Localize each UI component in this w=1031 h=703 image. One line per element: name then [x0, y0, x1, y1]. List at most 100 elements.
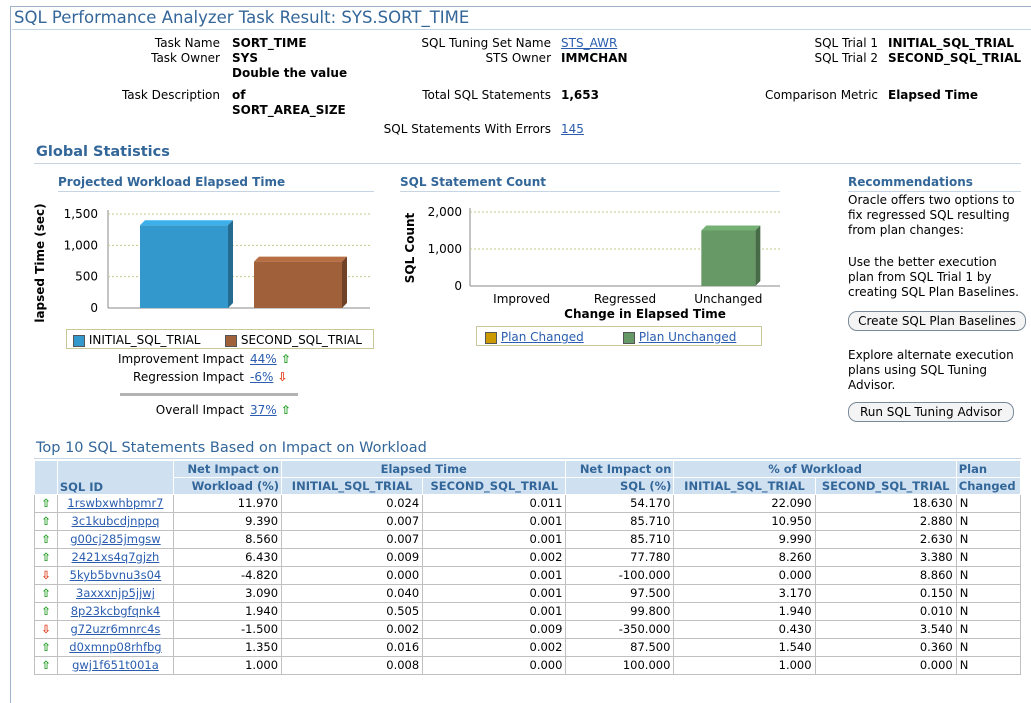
- header-net-wl-2[interactable]: Workload (%): [173, 477, 283, 495]
- cell-plan-changed: N: [955, 512, 1022, 531]
- sql-id-link[interactable]: 3c1kubcdjnppq: [72, 514, 160, 528]
- improvement-impact-link[interactable]: 44%: [250, 352, 277, 366]
- table-row: ⇧ 3c1kubcdjnppq 9.390 0.007 0.001 85.710 10.95…: [34, 512, 1022, 531]
- regression-impact-link[interactable]: -6%: [250, 370, 273, 384]
- cell-workload-trial1: 9.990: [673, 530, 816, 549]
- bar-unchanged-top: [701, 225, 761, 231]
- cell-net-impact-sql: 87.500: [565, 638, 675, 657]
- cell-workload-trial2: 2.880: [814, 512, 957, 531]
- header-wl-trial2[interactable]: SECOND_SQL_TRIAL: [814, 477, 957, 495]
- arrow-up-icon: ⇧: [41, 496, 51, 510]
- bar-unchanged: [701, 230, 756, 286]
- cell-elapsed-trial1: 0.024: [281, 494, 424, 513]
- arrow-up-icon: ⇧: [41, 658, 51, 672]
- cell-elapsed-trial2: 0.001: [422, 602, 567, 621]
- bar-second-sql-trial-side: [342, 256, 347, 308]
- cell-elapsed-trial2: 0.001: [422, 566, 567, 585]
- cell-direction: ⇧: [34, 584, 58, 603]
- total-sql-label: Total SQL Statements: [422, 88, 551, 102]
- arrow-up-icon: ⇧: [276, 403, 291, 417]
- cell-net-impact-sql: -350.000: [565, 620, 675, 639]
- sts-name-link[interactable]: STS_AWR: [561, 36, 617, 50]
- task-owner-label: Task Owner: [151, 51, 220, 65]
- header-elapsed-trial2[interactable]: SECOND_SQL_TRIAL: [422, 477, 567, 495]
- header-net-sql-1: Net Impact on: [565, 460, 675, 478]
- cell-direction: ⇧: [34, 548, 58, 567]
- cell-plan-changed: N: [955, 620, 1022, 639]
- overall-impact-link[interactable]: 37%: [250, 403, 277, 417]
- cell-workload-trial1: 0.000: [673, 566, 816, 585]
- total-sql-value: 1,653: [561, 88, 599, 102]
- sql-id-link[interactable]: 2421xs4q7gjzh: [72, 550, 160, 564]
- table-row: ⇧ g00cj285jmgsw 8.560 0.007 0.001 85.710 9.990…: [34, 530, 1022, 549]
- x-tick-label: Unchanged: [694, 292, 762, 306]
- header-elapsed-trial1[interactable]: INITIAL_SQL_TRIAL: [281, 477, 424, 495]
- sql-id-link[interactable]: 8p23kcbgfqnk4: [71, 604, 160, 618]
- sql-id-link[interactable]: g00cj285jmgsw: [70, 532, 161, 546]
- header-elapsed: Elapsed Time: [281, 460, 567, 478]
- errors-link[interactable]: 145: [561, 122, 584, 136]
- arrow-up-icon: ⇧: [41, 640, 51, 654]
- table-row: ⇧ 1rswbxwhbpmr7 11.970 0.024 0.011 54.170 22.0…: [34, 494, 1022, 513]
- bar-unchanged-side: [755, 225, 761, 286]
- sql-count-chart: 0 1,000 2,000 SQL Count Improved Regressed Unc…: [403, 205, 780, 321]
- cell-elapsed-trial1: 0.007: [281, 530, 424, 549]
- arrow-up-icon: ⇧: [41, 586, 51, 600]
- sql-id-link[interactable]: 3axxxnjp5jjwj: [76, 586, 155, 600]
- y-tick-label: 0: [454, 279, 462, 293]
- metric-label: Comparison Metric: [765, 88, 878, 102]
- create-sql-plan-baselines-button[interactable]: Create SQL Plan Baselines: [848, 311, 1026, 331]
- cell-elapsed-trial2: 0.001: [422, 530, 567, 549]
- cell-elapsed-trial1: 0.008: [281, 656, 424, 675]
- sql-id-link[interactable]: g72uzr6mnrc4s: [71, 622, 161, 636]
- sql-id-link[interactable]: 5kyb5bvnu3s04: [70, 568, 162, 582]
- cell-net-impact-workload: 9.390: [173, 512, 283, 531]
- cell-net-impact-workload: -4.820: [173, 566, 283, 585]
- header-wl-trial1[interactable]: INITIAL_SQL_TRIAL: [673, 477, 816, 495]
- task-desc-label: Task Description: [121, 88, 220, 102]
- sql-id-link[interactable]: d0xmnp08rhfbg: [69, 640, 161, 654]
- header-pct-wl: % of Workload: [673, 460, 957, 478]
- cell-workload-trial2: 8.860: [814, 566, 957, 585]
- plan-changed-link[interactable]: Plan Changed: [501, 330, 584, 344]
- arrow-up-icon: ⇧: [41, 532, 51, 546]
- x-axis-label: Change in Elapsed Time: [564, 307, 726, 321]
- sql-id-link[interactable]: 1rswbxwhbpmr7: [67, 496, 163, 510]
- cell-sql-id: 5kyb5bvnu3s04: [56, 566, 175, 585]
- cell-workload-trial1: 22.090: [673, 494, 816, 513]
- bar-second-sql-trial: [254, 261, 342, 308]
- cell-sql-id: 3c1kubcdjnppq: [56, 512, 175, 531]
- bar-initial-sql-trial-top: [140, 220, 233, 226]
- top10-table: SQL ID Net Impact on Elapsed Time Net Im…: [34, 460, 1022, 675]
- y-tick-label: 500: [75, 270, 98, 284]
- cell-elapsed-trial1: 0.040: [281, 584, 424, 603]
- global-stats-divider: [34, 163, 1021, 164]
- cell-net-impact-sql: 85.710: [565, 530, 675, 549]
- count-heading: SQL Statement Count: [400, 175, 546, 189]
- bar-initial-sql-trial-side: [228, 220, 233, 308]
- header-net-wl-1: Net Impact on: [173, 460, 283, 478]
- cell-plan-changed: N: [955, 638, 1022, 657]
- cell-direction: ⇧: [34, 494, 58, 513]
- plan-unchanged-link[interactable]: Plan Unchanged: [639, 330, 737, 344]
- cell-workload-trial2: 0.010: [814, 602, 957, 621]
- cell-net-impact-workload: 8.560: [173, 530, 283, 549]
- cell-plan-changed: N: [955, 656, 1022, 675]
- workload-legend: INITIAL_SQL_TRIAL SECOND_SQL_TRIAL: [66, 329, 374, 349]
- y-axis-label: lapsed Time (sec): [33, 203, 47, 322]
- impact-separator: [120, 393, 298, 396]
- sql-id-link[interactable]: gwj1f651t001a: [72, 658, 159, 672]
- task-desc-line3: SORT_AREA_SIZE: [232, 103, 346, 117]
- global-stats-heading: Global Statistics: [36, 144, 170, 160]
- header-net-sql-2[interactable]: SQL (%): [565, 477, 675, 495]
- run-sql-tuning-advisor-button[interactable]: Run SQL Tuning Advisor: [848, 402, 1014, 422]
- cell-net-impact-workload: -1.500: [173, 620, 283, 639]
- cell-elapsed-trial2: 0.002: [422, 638, 567, 657]
- header-sql-id[interactable]: SQL ID: [56, 460, 175, 495]
- cell-elapsed-trial2: 0.001: [422, 512, 567, 531]
- cell-sql-id: 3axxxnjp5jjwj: [56, 584, 175, 603]
- cell-workload-trial2: 0.000: [814, 656, 957, 675]
- cell-workload-trial1: 10.950: [673, 512, 816, 531]
- cell-elapsed-trial1: 0.002: [281, 620, 424, 639]
- errors-label: SQL Statements With Errors: [383, 122, 551, 136]
